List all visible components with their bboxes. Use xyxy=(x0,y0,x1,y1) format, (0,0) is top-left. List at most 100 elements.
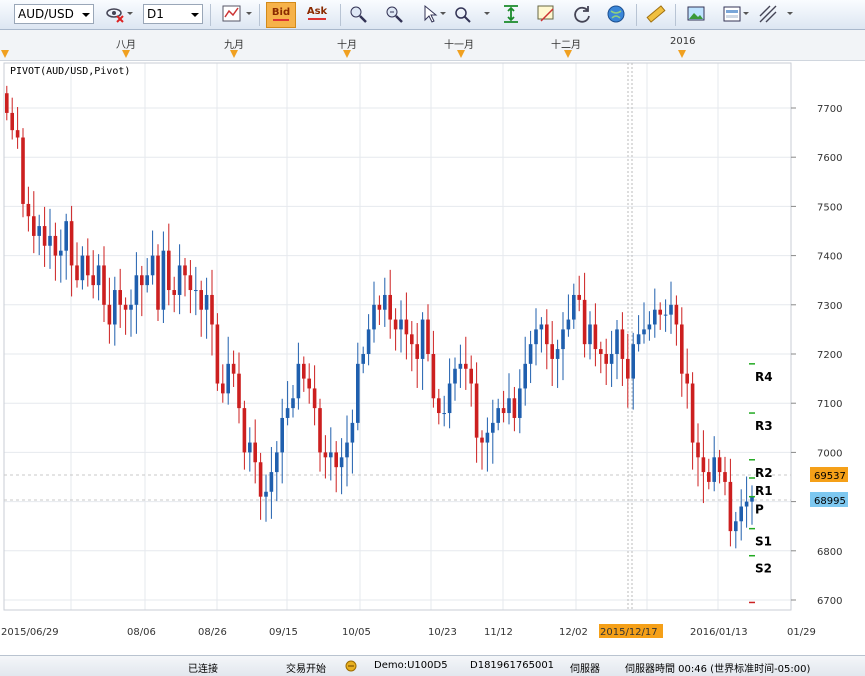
candle-body xyxy=(366,329,371,354)
candle-body xyxy=(744,501,749,507)
candle-body xyxy=(442,413,446,415)
candle-body xyxy=(383,294,387,310)
candle-body xyxy=(91,275,95,286)
candle-body xyxy=(118,290,122,305)
candle-body xyxy=(572,294,576,320)
price-tick-label: 7600 xyxy=(817,153,842,164)
pivot-level-label: P xyxy=(755,503,764,517)
indicator-label: PIVOT(AUD/USD,Pivot) xyxy=(10,66,130,77)
candle-body xyxy=(102,265,106,305)
trade-icon xyxy=(344,660,358,675)
candle-body xyxy=(334,452,338,468)
candle-body xyxy=(339,457,344,468)
candle-body xyxy=(86,255,90,276)
connection-status: 已连接 xyxy=(188,664,218,675)
date-tick-label: 10/05 xyxy=(342,627,371,638)
candle-body xyxy=(626,358,630,379)
candle-body xyxy=(183,265,187,276)
candle-body xyxy=(426,319,430,354)
candle-body xyxy=(658,309,662,315)
pivot-level-label: S1 xyxy=(755,535,772,549)
date-tick-label: 2015/12/17 xyxy=(600,627,658,638)
candle-body xyxy=(377,304,382,310)
candle-body xyxy=(615,329,619,354)
candle-body xyxy=(431,354,436,399)
candle-body xyxy=(577,294,581,300)
candle-body xyxy=(512,398,517,418)
pivot-level-label: R4 xyxy=(755,370,773,384)
candle-body xyxy=(404,319,409,335)
date-tick-label: 12/02 xyxy=(559,627,588,638)
date-tick-label: 2016/01/13 xyxy=(690,627,748,638)
candle-body xyxy=(156,255,160,310)
price-axis: 7700760075007400730072007100700069006800… xyxy=(791,104,842,607)
candle-body xyxy=(302,363,306,379)
candle-body xyxy=(42,226,47,246)
pivot-levels: R4 R3 R2 R1 P S1 S2 xyxy=(749,363,773,604)
candle-body xyxy=(393,319,398,330)
date-tick-label: 11/12 xyxy=(484,627,513,638)
candle-body xyxy=(5,93,9,113)
candle-body xyxy=(53,235,58,256)
candle-body xyxy=(642,329,646,335)
candle-body xyxy=(609,354,614,364)
candle-body xyxy=(496,408,500,423)
candle-body xyxy=(329,452,333,458)
candle-body xyxy=(480,437,484,443)
candle-body xyxy=(307,378,311,389)
candle-body xyxy=(345,442,349,458)
date-tick-label: 2015/06/29 xyxy=(1,627,59,638)
candle-body xyxy=(194,290,198,292)
status-bar: 已连接 交易开始 Demo:U100D5 D181961765001 伺服器 伺… xyxy=(0,655,865,676)
candle-body xyxy=(199,290,203,310)
candle-body xyxy=(728,481,733,532)
candle-body xyxy=(318,408,322,453)
candle-body xyxy=(113,290,117,325)
candle-body xyxy=(237,373,241,409)
candle-body xyxy=(491,422,495,433)
candle-body xyxy=(550,344,554,359)
candle-body xyxy=(739,506,743,522)
candle-body xyxy=(275,452,279,473)
candle-body xyxy=(285,408,290,418)
candle-body xyxy=(631,344,635,379)
candle-body xyxy=(21,137,25,204)
candle-body xyxy=(291,398,295,409)
pivot-level-label: R2 xyxy=(755,466,773,480)
candle-body xyxy=(210,294,214,325)
date-tick-label: 08/26 xyxy=(198,627,227,638)
candle-body xyxy=(518,388,522,418)
date-tick-label: 01/29 xyxy=(787,627,816,638)
candle-body xyxy=(312,388,317,409)
candle-body xyxy=(372,304,376,330)
price-tick-label: 7200 xyxy=(817,350,842,361)
candle-body xyxy=(361,354,365,364)
candle-body xyxy=(48,235,52,246)
account-id: Demo:U100D5 xyxy=(374,660,448,671)
candle-body xyxy=(420,319,425,359)
candle-body xyxy=(696,442,700,458)
pivot-level-label: R3 xyxy=(755,419,773,433)
candle-body xyxy=(707,472,711,482)
price-tag-label: 68995 xyxy=(814,496,846,507)
chart-grid xyxy=(4,63,791,610)
candle-body xyxy=(134,275,139,305)
date-axis: 2015/06/29 08/06 08/26 09/15 10/05 10/23 11/12… xyxy=(1,624,816,638)
price-tick-label: 7500 xyxy=(817,202,842,213)
price-chart[interactable]: PIVOT(AUD/USD,Pivot) R4 R3 R2 R1 P S1 S2 7700 7… xyxy=(0,0,865,655)
candle-body xyxy=(96,265,101,286)
candle-body xyxy=(140,275,144,286)
candle-body xyxy=(145,275,149,286)
candle-body xyxy=(523,363,527,389)
candle-body xyxy=(458,363,463,369)
price-tick-label: 7700 xyxy=(817,104,842,115)
candle-body xyxy=(636,334,641,345)
candle-body xyxy=(701,457,706,473)
candle-body xyxy=(280,417,284,453)
candle-body xyxy=(75,265,79,281)
candle-body xyxy=(507,398,511,414)
candle-body xyxy=(188,275,193,291)
date-tick-label: 10/23 xyxy=(428,627,457,638)
candle-body xyxy=(264,491,268,497)
candle-body xyxy=(59,250,63,256)
